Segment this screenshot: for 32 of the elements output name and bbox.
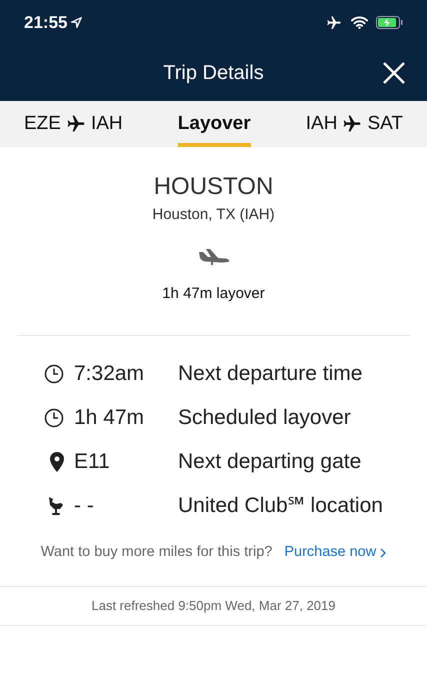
city-title: HOUSTON xyxy=(154,172,274,202)
detail-value: 1h 47m xyxy=(74,405,146,431)
detail-label: Scheduled layover xyxy=(178,405,351,431)
detail-value: - - xyxy=(74,493,95,519)
detail-value: 7:32am xyxy=(74,361,146,387)
tab[interactable]: Layover xyxy=(178,101,251,147)
airplane-icon xyxy=(325,14,343,30)
detail-value: E11 xyxy=(74,449,111,475)
chevron-icon xyxy=(380,548,386,558)
clock-icon xyxy=(44,408,64,428)
airport-name: Houston, TX (IAH) xyxy=(152,205,275,225)
tab[interactable]: EZE IAH xyxy=(24,101,123,147)
layover-duration: 1h 47m layover xyxy=(162,284,265,304)
wifi-icon xyxy=(351,16,368,29)
landing-plane-icon xyxy=(196,248,230,266)
status-time: 21:55 xyxy=(24,12,68,34)
header-title: Trip Details xyxy=(163,61,264,86)
airplane-icon xyxy=(341,114,364,134)
location-arrow-icon xyxy=(71,17,82,28)
purchase-link[interactable]: Purchase now xyxy=(284,542,386,564)
close-icon[interactable] xyxy=(383,62,405,84)
purchase-prompt: Want to buy more miles for this trip? xyxy=(40,543,272,562)
lounge-chair-icon xyxy=(48,496,64,516)
detail-label: Next departing gate xyxy=(178,449,362,475)
detail-label: United Club℠ location xyxy=(178,493,383,519)
last-refreshed: Last refreshed 9:50pm Wed, Mar 27, 2019 xyxy=(91,597,336,615)
clock-icon xyxy=(44,364,64,384)
tab[interactable]: IAH SAT xyxy=(306,101,403,147)
detail-label: Next departure time xyxy=(178,361,362,387)
map-pin-icon xyxy=(50,452,64,472)
airplane-icon xyxy=(64,114,87,134)
battery-icon xyxy=(376,16,403,29)
